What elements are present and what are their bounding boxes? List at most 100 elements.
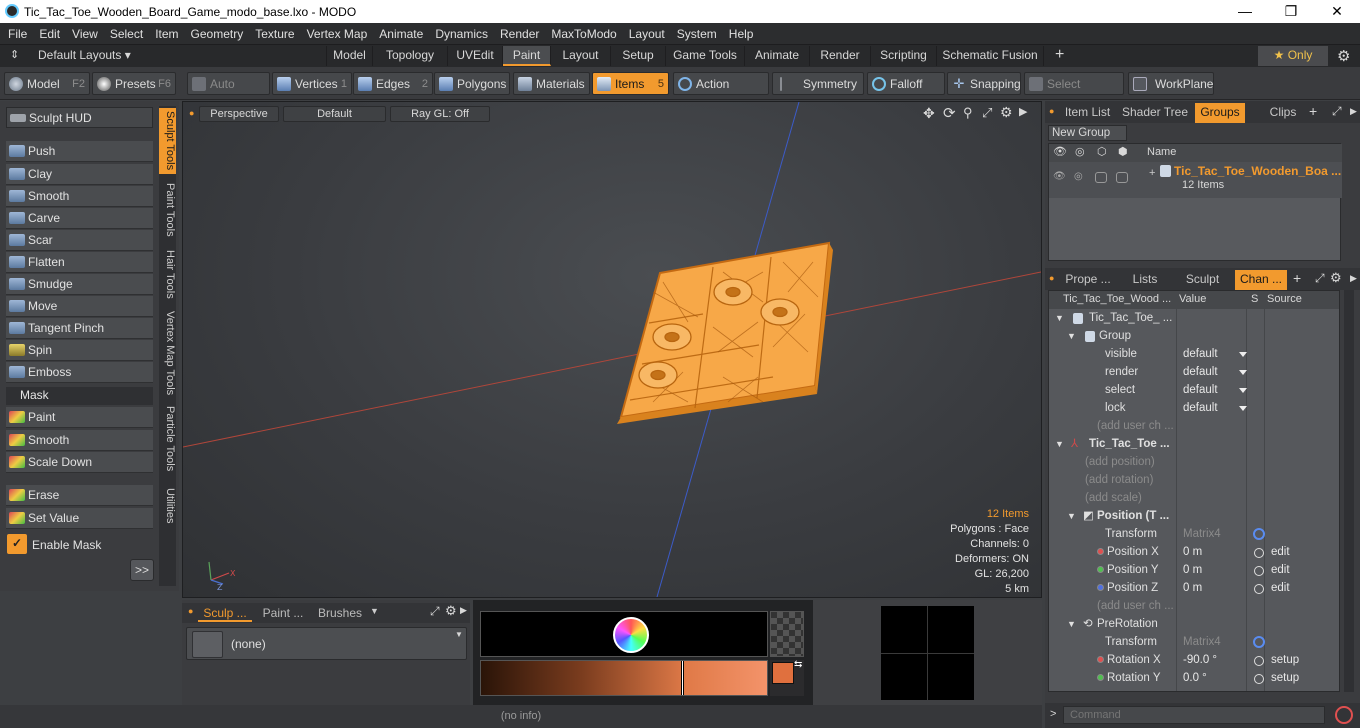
vtab-sculpt-tools[interactable]: Sculpt Tools <box>159 108 176 174</box>
state-circle-icon[interactable] <box>1254 566 1264 576</box>
tool-spin[interactable]: Spin <box>6 340 153 361</box>
brush-preset-dropdown[interactable]: (none) ▼ <box>186 627 467 660</box>
channel-row-prerotation[interactable]: ▼ ⟲ PreRotation <box>1053 616 1339 634</box>
vertices-button[interactable]: Vertices 1 <box>272 72 352 95</box>
group-visibility-icon[interactable]: 👁 <box>1053 171 1066 182</box>
menu-item[interactable]: Item <box>149 23 184 41</box>
group-expand-icon[interactable]: + <box>1149 167 1155 179</box>
alpha-swatch[interactable] <box>770 611 804 657</box>
tab-render[interactable]: Render <box>810 46 871 66</box>
menu-vertex-map[interactable]: Vertex Map <box>301 23 374 41</box>
falloff-button[interactable]: Falloff <box>867 72 945 95</box>
minimize-button[interactable]: — <box>1222 0 1268 23</box>
tab-properties[interactable]: Prope ... <box>1059 270 1117 290</box>
items-button[interactable]: Items 5 <box>592 72 669 95</box>
tab-channels[interactable]: Chan ... <box>1235 270 1287 290</box>
vtab-utilities[interactable]: Utilities <box>159 483 176 528</box>
menu-texture[interactable]: Texture <box>249 23 300 41</box>
add-groups-tab-icon[interactable]: + <box>1309 103 1317 119</box>
link-gear-icon[interactable] <box>1253 636 1265 648</box>
channel-row-locator[interactable]: ▼ ⅄ Tic_Tac_Toe ... <box>1053 436 1339 454</box>
preview-canvas[interactable] <box>881 606 974 700</box>
channel-row-position[interactable]: ▼ ◩ Position (T ... <box>1053 508 1339 526</box>
channel-value[interactable]: 0 m <box>1183 544 1202 561</box>
menu-dynamics[interactable]: Dynamics <box>429 23 494 41</box>
groups-maximize-icon[interactable]: ⤢ <box>1332 104 1342 119</box>
menu-file[interactable]: File <box>0 23 33 41</box>
mask-set-value[interactable]: Set Value <box>6 508 153 529</box>
menu-maxtomodo[interactable]: MaxToModo <box>545 23 622 41</box>
polygons-button[interactable]: Polygons <box>434 72 510 95</box>
enable-mask-checkbox[interactable]: ✓ <box>7 534 27 554</box>
dropdown-arrow-icon[interactable] <box>1239 370 1247 375</box>
menu-help[interactable]: Help <box>723 23 760 41</box>
channel-row-render[interactable]: render default <box>1053 364 1339 382</box>
dropdown-arrow-icon[interactable] <box>1239 406 1247 411</box>
channel-value[interactable]: default <box>1183 364 1218 381</box>
workplane-button[interactable]: WorkPlane <box>1128 72 1214 95</box>
mask-erase[interactable]: Erase <box>6 485 153 506</box>
tab-uvedit[interactable]: UVEdit <box>448 46 503 66</box>
mask-smooth[interactable]: Smooth <box>6 430 153 451</box>
tab-layout[interactable]: Layout <box>551 46 611 66</box>
only-toggle[interactable]: ★ Only <box>1258 46 1328 66</box>
auto-select-button[interactable]: Auto Select <box>187 72 270 113</box>
group-lock-toggle[interactable] <box>1116 172 1128 183</box>
edges-button[interactable]: Edges 2 <box>353 72 433 95</box>
dropdown-arrow-icon[interactable] <box>1239 388 1247 393</box>
collapse-icon[interactable]: ▼ <box>1067 616 1076 633</box>
menu-animate[interactable]: Animate <box>373 23 429 41</box>
tab-brushes[interactable]: Brushes <box>314 605 366 622</box>
model-mode-button[interactable]: Model F2 <box>4 72 90 95</box>
symmetry-button[interactable]: Symmetry <box>772 72 864 95</box>
menu-layout[interactable]: Layout <box>623 23 671 41</box>
channel-row-select[interactable]: select default <box>1053 382 1339 400</box>
state-circle-icon[interactable] <box>1254 674 1264 684</box>
command-input[interactable] <box>1063 706 1325 724</box>
group-select-toggle[interactable] <box>1095 172 1107 183</box>
channel-row-visible[interactable]: visible default <box>1053 346 1339 364</box>
brushes-dropdown-icon[interactable]: ▼ <box>370 606 379 616</box>
brush-panel-dot-icon[interactable]: ● <box>188 606 193 616</box>
collapse-icon[interactable]: ▼ <box>1055 310 1064 327</box>
tool-scar[interactable]: Scar <box>6 230 153 251</box>
vtab-vertex-map-tools[interactable]: Vertex Map Tools <box>159 309 176 397</box>
channel-row-mesh[interactable]: ▼ Tic_Tac_Toe_ ... <box>1053 310 1339 328</box>
tab-clips[interactable]: Clips <box>1265 103 1301 123</box>
gear-icon[interactable]: ⚙ <box>1337 47 1350 65</box>
tab-schematic-fusion[interactable]: Schematic Fusion <box>937 46 1044 66</box>
materials-button[interactable]: Materials <box>513 72 590 95</box>
tab-shader-tree[interactable]: Shader Tree <box>1118 103 1192 123</box>
tab-topology[interactable]: Topology <box>373 46 448 66</box>
brush-panel-arrow-icon[interactable]: ▶ <box>460 605 467 616</box>
close-button[interactable]: ✕ <box>1314 0 1360 23</box>
menu-render[interactable]: Render <box>494 23 545 41</box>
groups-arrow-icon[interactable]: ▶ <box>1350 106 1357 117</box>
tool-smooth[interactable]: Smooth <box>6 186 153 207</box>
channels-gear-icon[interactable]: ⚙ <box>1330 270 1342 286</box>
state-circle-icon[interactable] <box>1254 548 1264 558</box>
channel-row-position-y[interactable]: Position Y 0 m edit <box>1053 562 1339 580</box>
channel-value[interactable]: 0 m <box>1183 580 1202 597</box>
maximize-button[interactable]: ❐ <box>1268 0 1314 23</box>
action-center-button[interactable]: Action Center <box>673 72 769 113</box>
channel-row-rotation-x[interactable]: Rotation X -90.0 ° setup <box>1053 652 1339 670</box>
new-group-button[interactable]: New Group <box>1048 125 1127 141</box>
channel-value[interactable]: 0 m <box>1183 562 1202 579</box>
channel-row-transform[interactable]: Transform Matrix4 <box>1053 526 1339 544</box>
tool-push[interactable]: Push <box>6 141 153 162</box>
channels-dot-icon[interactable]: ● <box>1049 273 1054 283</box>
mask-scale-down[interactable]: Scale Down <box>6 452 153 473</box>
tab-item-list[interactable]: Item List <box>1059 103 1116 123</box>
mask-paint[interactable]: Paint <box>6 407 153 428</box>
channel-value[interactable]: default <box>1183 400 1218 417</box>
dropdown-arrow-icon[interactable] <box>1239 352 1247 357</box>
sculpt-hud-button[interactable]: Sculpt HUD <box>6 107 153 128</box>
channels-arrow-icon[interactable]: ▶ <box>1350 273 1357 284</box>
channel-row-group[interactable]: ▼ Group <box>1053 328 1339 346</box>
channel-value[interactable]: default <box>1183 382 1218 399</box>
state-circle-icon[interactable] <box>1254 656 1264 666</box>
channel-row-position-x[interactable]: Position X 0 m edit <box>1053 544 1339 562</box>
channel-row-transform-2[interactable]: Transform Matrix4 <box>1053 634 1339 652</box>
vtab-particle-tools[interactable]: Particle Tools <box>159 404 176 474</box>
